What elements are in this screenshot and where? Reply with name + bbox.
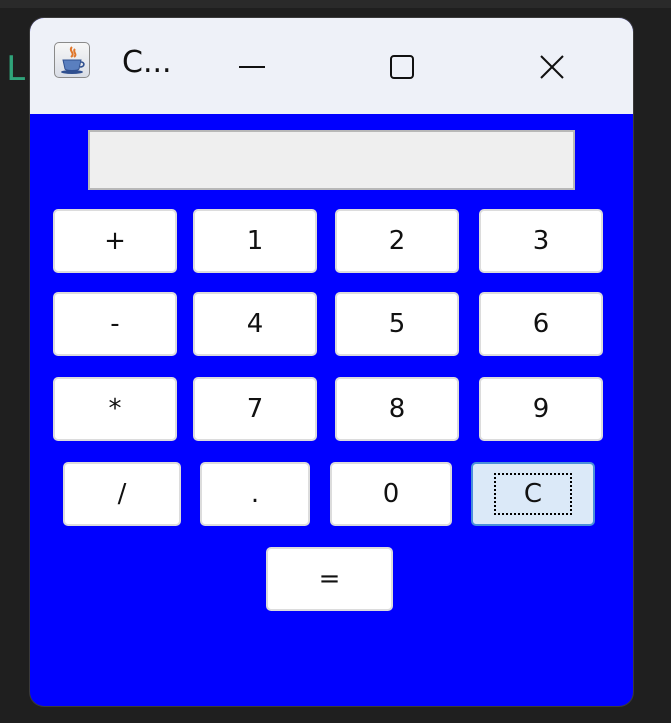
desktop-background: L C... + 1 2 3 - 4 5 6 * 7 8 9 / . 0 C = [0, 0, 671, 723]
digit-3-button[interactable]: 3 [479, 209, 603, 273]
clear-button-label: C [493, 473, 573, 515]
digit-2-button[interactable]: 2 [335, 209, 459, 273]
background-rule [0, 0, 671, 8]
digit-1-button[interactable]: 1 [193, 209, 317, 273]
minimize-icon [239, 66, 265, 68]
clear-button[interactable]: C [471, 462, 595, 526]
java-cup-icon[interactable] [54, 42, 90, 78]
digit-9-button[interactable]: 9 [479, 377, 603, 441]
digit-7-button[interactable]: 7 [193, 377, 317, 441]
title-bar: C... [30, 18, 633, 114]
close-icon [540, 55, 564, 79]
digit-8-button[interactable]: 8 [335, 377, 459, 441]
multiply-button[interactable]: * [53, 377, 177, 441]
calculator-display[interactable] [88, 130, 575, 190]
background-editor-glyph: L [6, 49, 27, 89]
maximize-button[interactable] [372, 42, 432, 92]
digit-5-button[interactable]: 5 [335, 292, 459, 356]
minus-button[interactable]: - [53, 292, 177, 356]
divide-button[interactable]: / [63, 462, 181, 526]
maximize-icon [390, 55, 414, 79]
digit-0-button[interactable]: 0 [330, 462, 452, 526]
minimize-button[interactable] [222, 42, 282, 92]
calculator-window: C... + 1 2 3 - 4 5 6 * 7 8 9 / . 0 C = [30, 18, 633, 706]
close-button[interactable] [522, 42, 582, 92]
window-title: C... [122, 45, 172, 80]
digit-6-button[interactable]: 6 [479, 292, 603, 356]
digit-4-button[interactable]: 4 [193, 292, 317, 356]
equals-button[interactable]: = [266, 547, 393, 611]
decimal-point-button[interactable]: . [200, 462, 310, 526]
plus-button[interactable]: + [53, 209, 177, 273]
